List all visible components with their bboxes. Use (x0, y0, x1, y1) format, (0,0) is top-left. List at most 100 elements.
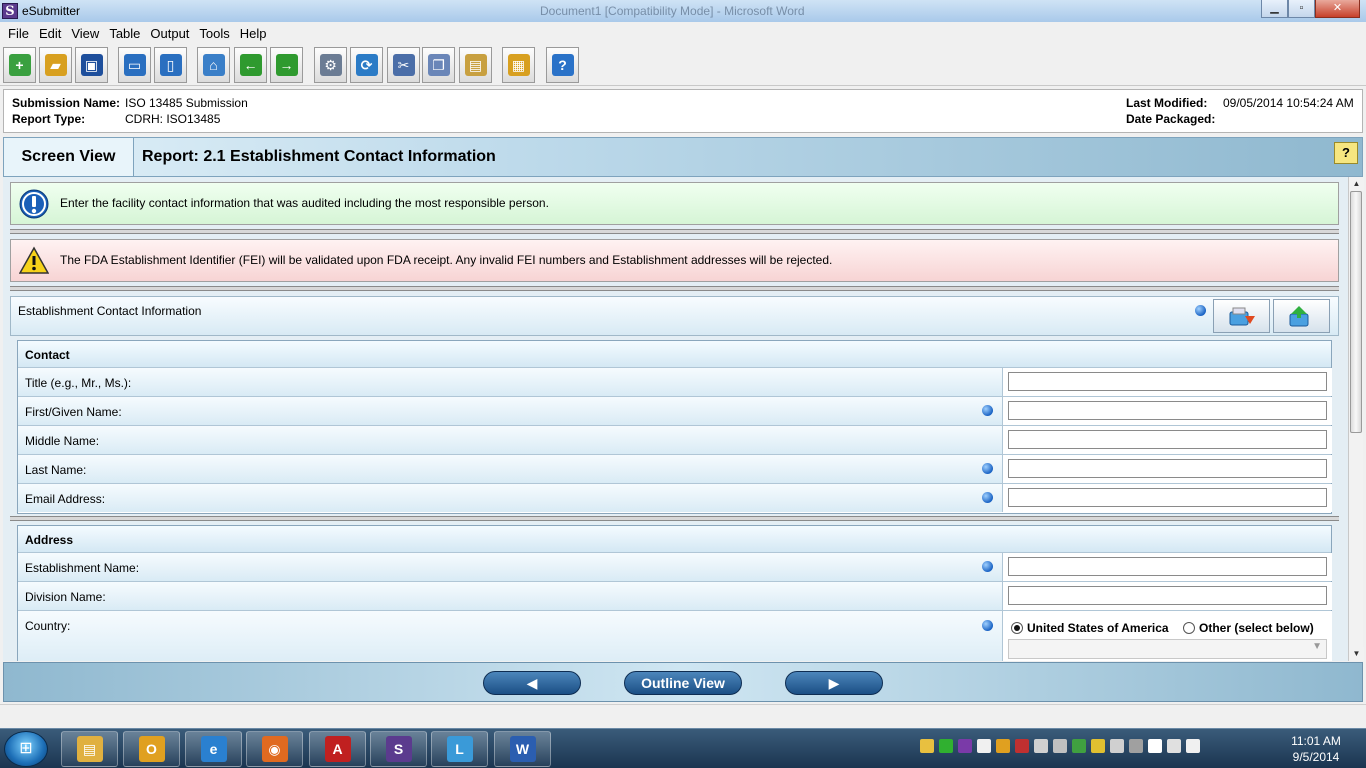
tray-icon[interactable] (1186, 739, 1200, 753)
import-button[interactable] (1213, 299, 1270, 333)
tray-icon[interactable] (1072, 739, 1086, 753)
back-arrow-button[interactable]: ← (234, 47, 267, 83)
save-button[interactable]: ▣ (75, 47, 108, 83)
email-address-input-cell (1002, 484, 1332, 512)
window-icon: ▭ (123, 54, 146, 76)
middle-name-label: Middle Name: (25, 434, 100, 448)
title-row: Title (e.g., Mr., Ms.): (18, 367, 1332, 396)
forward-arrow-button[interactable]: → (270, 47, 303, 83)
close-button[interactable]: ✕ (1315, 0, 1360, 18)
scroll-up-icon[interactable]: ▲ (1349, 177, 1364, 191)
minimize-button[interactable]: ▁ (1261, 0, 1288, 18)
package-box-button[interactable]: ▦ (502, 47, 535, 83)
email-address-label: Email Address: (25, 492, 106, 506)
help-note-icon[interactable]: ? (1334, 142, 1358, 164)
menu-help[interactable]: Help (235, 26, 272, 41)
tray-icon[interactable] (1167, 739, 1181, 753)
help-button[interactable]: ? (546, 47, 579, 83)
back-arrow-icon: ← (239, 54, 262, 76)
tray-icon[interactable] (1148, 739, 1162, 753)
taskbar-word[interactable]: W (494, 731, 551, 767)
menu-view[interactable]: View (66, 26, 104, 41)
submission-info-header: Submission Name: ISO 13485 Submission Re… (3, 89, 1363, 133)
section-header: Establishment Contact Information (10, 296, 1339, 336)
refresh-button[interactable]: ⟳ (350, 47, 383, 83)
last-name-input[interactable] (1008, 459, 1327, 478)
cut-scissors-button[interactable]: ✂ (387, 47, 420, 83)
scroll-thumb[interactable] (1350, 191, 1362, 433)
taskbar-firefox[interactable]: ◉ (246, 731, 303, 767)
new-document-button[interactable]: + (3, 47, 36, 83)
split-view-button[interactable]: ▯ (154, 47, 187, 83)
report-type-label: Report Type: (12, 112, 86, 126)
section-title: Establishment Contact Information (18, 304, 202, 318)
tray-icon[interactable] (939, 739, 953, 753)
tray-icon[interactable] (996, 739, 1010, 753)
scroll-down-icon[interactable]: ▼ (1349, 647, 1364, 661)
tray-icon[interactable] (977, 739, 991, 753)
country-option-other-label: Other (select below) (1199, 621, 1314, 635)
menu-output[interactable]: Output (145, 26, 194, 41)
taskbar-internet-explorer[interactable]: e (185, 731, 242, 767)
radio-usa-selected[interactable] (1011, 622, 1023, 634)
system-clock[interactable]: 11:01 AM 9/5/2014 (1286, 733, 1346, 765)
tray-icon[interactable] (1129, 739, 1143, 753)
window-button[interactable]: ▭ (118, 47, 151, 83)
taskbar-file-explorer[interactable]: ▤ (61, 731, 118, 767)
first-given-name-input[interactable] (1008, 401, 1327, 420)
windows-taskbar: ⊞ 11:01 AM 9/5/2014 ▤ Oe ◉ A S L W (0, 728, 1366, 768)
vertical-scrollbar[interactable]: ▲ ▼ (1348, 177, 1364, 661)
title-bar: S eSubmitter Document1 [Compatibility Mo… (0, 0, 1366, 22)
home-icon: ⌂ (202, 54, 225, 76)
separator (10, 229, 1339, 234)
tray-icon[interactable] (1015, 739, 1029, 753)
paste-button[interactable]: ▤ (459, 47, 492, 83)
taskbar-esubmitter[interactable]: S (370, 731, 427, 767)
settings-gears-button[interactable]: ⚙ (314, 47, 347, 83)
content-panel: Enter the facility contact information t… (3, 177, 1348, 661)
open-folder-icon: ▰ (44, 54, 67, 76)
tray-icon[interactable] (1091, 739, 1105, 753)
file-explorer-icon: ▤ (76, 736, 103, 762)
email-address-input[interactable] (1008, 488, 1327, 507)
screen-view-label: Screen View (4, 138, 134, 176)
establishment-name-input[interactable] (1008, 557, 1327, 576)
menu-tools[interactable]: Tools (194, 26, 234, 41)
country-radio-usa[interactable]: United States of America (1011, 621, 1169, 635)
word-icon: W (509, 736, 536, 762)
menu-table[interactable]: Table (104, 26, 145, 41)
division-name-input[interactable] (1008, 586, 1327, 605)
info-message-text: Enter the facility contact information t… (60, 196, 549, 210)
start-button[interactable]: ⊞ (4, 731, 48, 767)
maximize-button[interactable]: ▫ (1288, 0, 1315, 18)
radio-other[interactable] (1183, 622, 1195, 634)
country-select[interactable]: ▼ (1008, 639, 1327, 659)
save-icon: ▣ (80, 54, 103, 76)
home-button[interactable]: ⌂ (197, 47, 230, 83)
menu-file[interactable]: File (3, 26, 34, 41)
tray-icon[interactable] (1053, 739, 1067, 753)
tray-icon[interactable] (1034, 739, 1048, 753)
middle-name-input[interactable] (1008, 430, 1327, 449)
title-input[interactable] (1008, 372, 1327, 391)
clock-date: 9/5/2014 (1292, 750, 1340, 764)
export-button[interactable] (1273, 299, 1330, 333)
next-page-button[interactable]: ▶ (785, 671, 883, 695)
tray-icon[interactable] (1110, 739, 1124, 753)
taskbar-outlook[interactable]: O (123, 731, 180, 767)
previous-page-button[interactable]: ◀ (483, 671, 581, 695)
report-type-value: CDRH: ISO13485 (125, 112, 221, 126)
outline-view-button[interactable]: Outline View (624, 671, 742, 695)
country-label: Country: (25, 619, 71, 633)
taskbar-acrobat[interactable]: A (309, 731, 366, 767)
acrobat-icon: A (324, 736, 351, 762)
country-radio-other[interactable]: Other (select below) (1183, 621, 1314, 635)
taskbar-network-app[interactable]: L (431, 731, 488, 767)
footer-navigation: ◀ Outline View ▶ (3, 662, 1363, 702)
tray-icon[interactable] (958, 739, 972, 753)
menu-edit[interactable]: Edit (34, 26, 66, 41)
copy-button[interactable]: ❐ (422, 47, 455, 83)
open-folder-button[interactable]: ▰ (39, 47, 72, 83)
tray-icon[interactable] (920, 739, 934, 753)
background-window-title: Document1 [Compatibility Mode] - Microso… (540, 4, 805, 18)
